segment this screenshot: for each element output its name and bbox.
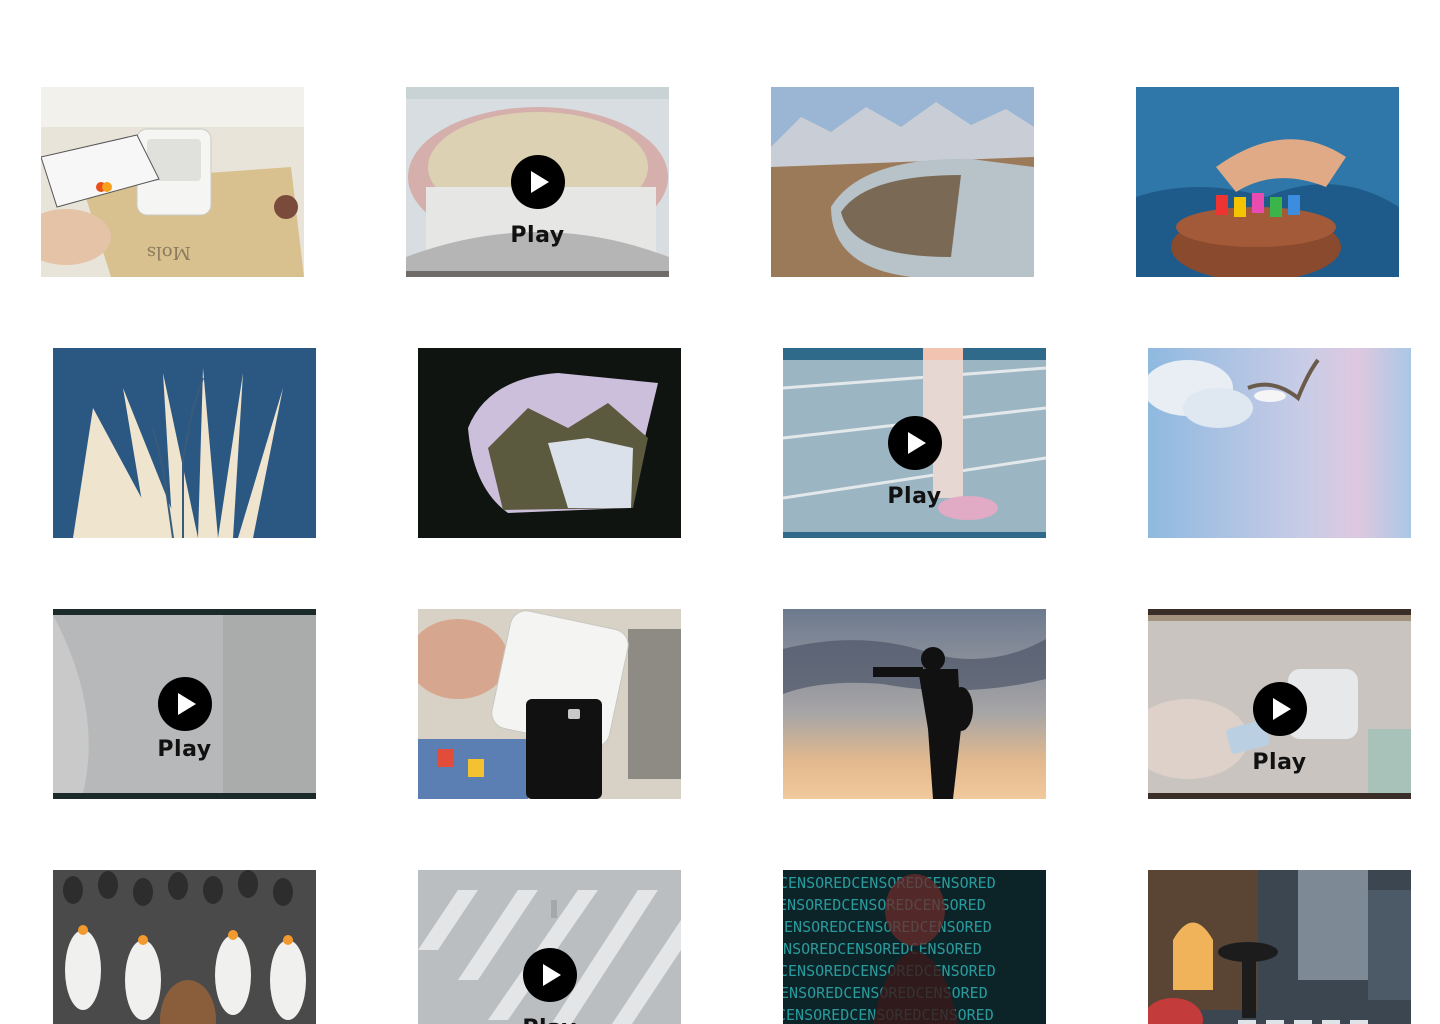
play-icon (1272, 698, 1291, 720)
play-label: Play (522, 1016, 576, 1024)
birthday-cake-photo (1136, 87, 1399, 277)
photographer-silhouette-photo (783, 609, 1046, 799)
play-icon (542, 964, 561, 986)
svg-text:CENSOREDCENSOREDCENSORED: CENSOREDCENSOREDCENSORED (783, 940, 982, 958)
penguin-colony-photo (53, 870, 316, 1024)
gallery-item-city-street-umbrella[interactable] (1148, 870, 1411, 1024)
gallery-item-censored-projection[interactable]: CENSOREDCENSOREDCENSORED CENSOREDCENSORE… (783, 870, 1046, 1024)
gallery-item-seagull-sky[interactable] (1148, 348, 1411, 538)
blue-fan-branch-photo (53, 348, 316, 538)
gallery-item-card-reader-hand[interactable] (418, 609, 681, 799)
play-control[interactable]: Play (406, 155, 669, 248)
gallery-item-crosswalk-aerial[interactable]: Play (418, 870, 681, 1024)
gallery-item-card-reader-payment[interactable]: Mols (41, 87, 304, 277)
svg-text:Mols: Mols (147, 242, 191, 263)
media-gallery: Mols Play Play Play Play CENSOREDCENSORE… (0, 0, 1440, 1024)
gallery-item-car-mirror-mountains[interactable] (771, 87, 1034, 277)
gallery-item-penguin-colony[interactable] (53, 870, 316, 1024)
mirror-cliffs-photo (418, 348, 681, 538)
gallery-item-blue-fan-branch[interactable] (53, 348, 316, 538)
censored-projection-photo: CENSOREDCENSOREDCENSORED CENSOREDCENSORE… (783, 870, 1046, 1024)
play-label: Play (1252, 750, 1307, 775)
gallery-item-pagoda-roof[interactable]: Play (406, 87, 669, 277)
city-street-umbrella-photo (1148, 870, 1411, 1024)
play-control[interactable]: Play (1148, 682, 1411, 775)
play-button[interactable] (1252, 682, 1307, 736)
card-reader-photo: Mols (41, 87, 304, 277)
play-icon (530, 171, 549, 193)
svg-text:CENSOREDCENSOREDCENSORED: CENSOREDCENSOREDCENSORED (783, 874, 996, 892)
play-label: Play (157, 737, 212, 762)
play-label: Play (887, 484, 942, 509)
play-button[interactable] (887, 416, 942, 470)
gallery-item-curtain-window[interactable]: Play (53, 609, 316, 799)
gallery-item-photographer-silhouette[interactable] (783, 609, 1046, 799)
play-control[interactable]: Play (53, 677, 316, 762)
gallery-item-mirror-cliffs[interactable] (418, 348, 681, 538)
play-button[interactable] (510, 155, 565, 209)
svg-text:CENSOREDCENSOREDCENSORED: CENSOREDCENSOREDCENSORED (783, 896, 986, 914)
card-reader-hand-photo (418, 609, 681, 799)
play-button[interactable] (522, 948, 577, 1002)
car-mirror-mountains-photo (771, 87, 1034, 277)
play-icon (177, 693, 196, 715)
play-label: Play (510, 223, 565, 248)
play-control[interactable]: Play (418, 948, 681, 1024)
gallery-item-cafe-card-reader[interactable]: Play (1148, 609, 1411, 799)
gallery-item-running-track[interactable]: Play (783, 348, 1046, 538)
seagull-sky-photo (1148, 348, 1411, 538)
play-control[interactable]: Play (783, 416, 1046, 509)
play-icon (907, 432, 926, 454)
gallery-item-birthday-cake[interactable] (1136, 87, 1399, 277)
play-button[interactable] (157, 677, 212, 731)
